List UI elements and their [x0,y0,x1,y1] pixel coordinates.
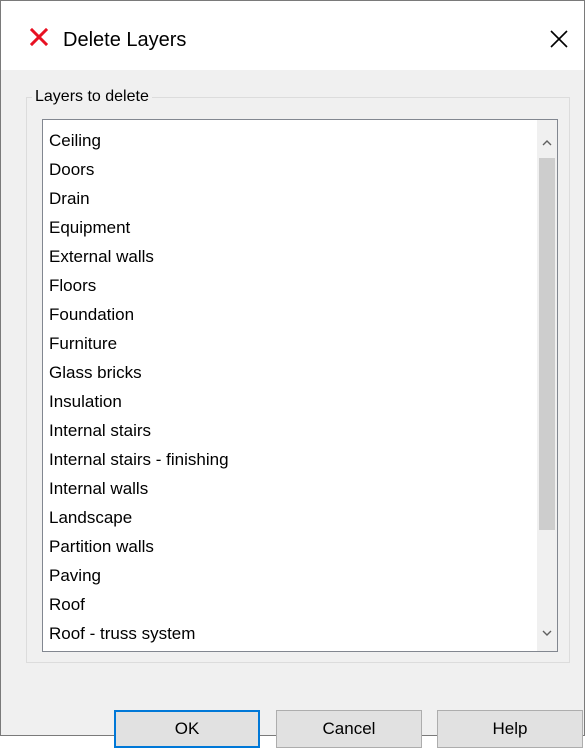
list-item[interactable]: Internal walls [43,474,537,503]
help-button[interactable]: Help [437,710,583,748]
list-item[interactable]: External walls [43,242,537,271]
close-icon [550,30,568,48]
list-item[interactable]: Doors [43,155,537,184]
list-item[interactable]: Equipment [43,213,537,242]
scroll-down-button[interactable] [537,621,557,645]
list-item[interactable]: Internal stairs - finishing [43,445,537,474]
vertical-scrollbar[interactable] [537,120,557,651]
list-item[interactable]: Ceiling [43,126,537,155]
list-item[interactable]: Drain [43,184,537,213]
scroll-up-button[interactable] [537,130,557,154]
list-item[interactable]: Roof - truss system [43,619,537,648]
list-item[interactable]: Glass bricks [43,358,537,387]
list-item[interactable]: Floors [43,271,537,300]
list-item[interactable]: Roof [43,590,537,619]
cancel-button[interactable]: Cancel [276,710,422,748]
list-item[interactable]: Furniture [43,329,537,358]
delete-layers-dialog: Delete Layers Layers to delete Ceiling Do… [0,0,585,748]
scroll-thumb[interactable] [539,158,555,530]
chevron-down-icon [542,630,552,636]
list-item[interactable]: Partition walls [43,532,537,561]
group-label: Layers to delete [32,88,152,106]
layers-list: Ceiling Doors Drain Equipment External walls… [43,120,537,651]
list-item[interactable]: Internal stairs [43,416,537,445]
layers-listbox[interactable]: Ceiling Doors Drain Equipment External walls… [42,119,558,652]
delete-x-icon [30,28,48,46]
title-bar[interactable]: Delete Layers [1,1,584,70]
list-item[interactable]: Insulation [43,387,537,416]
list-item[interactable]: Landscape [43,503,537,532]
list-item[interactable]: Foundation [43,300,537,329]
close-button[interactable] [540,20,578,58]
chevron-up-icon [542,139,552,145]
ok-button[interactable]: OK [114,710,260,748]
list-item[interactable]: Paving [43,561,537,590]
dialog-title: Delete Layers [63,29,187,51]
